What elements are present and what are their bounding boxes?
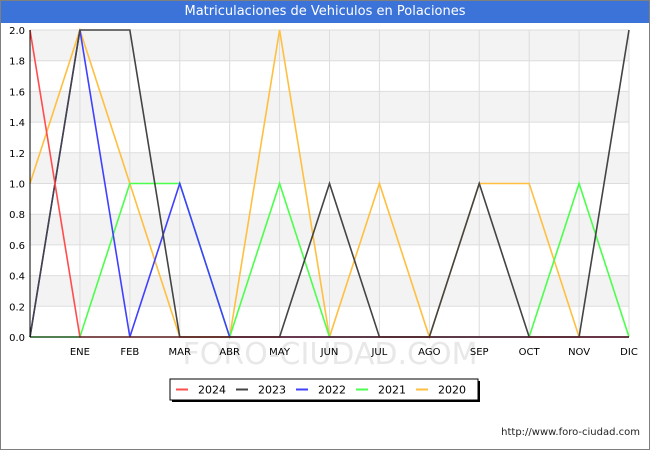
legend-label-2022: 2022 [318,384,346,397]
line-chart: FORO-CIUDAD.COM 0.00.20.40.60.81.01.21.4… [9,26,638,402]
x-tick-label: JUN [320,347,339,358]
y-tick-label: 1.0 [9,180,25,191]
x-tick-label: ABR [219,347,240,358]
legend: 2024 2023 2022 2021 2020 [169,378,480,402]
x-tick-label: DIC [620,347,638,358]
y-tick-labels: 0.0 0.2 0.4 0.6 0.8 1.0 1.2 1.4 1.6 1.8 2.0 [9,26,25,344]
y-tick-label: 0.0 [9,333,25,344]
x-tick-label: AGO [418,347,440,358]
y-tick-label: 1.8 [9,57,25,68]
y-tick-label: 0.6 [9,241,25,252]
y-tick-label: 0.2 [9,302,25,313]
legend-label-2023: 2023 [258,384,286,397]
x-tick-label: JUL [370,347,387,358]
legend-label-2020: 2020 [438,384,466,397]
x-tick-label: ENE [70,347,90,358]
x-tick-label: SEP [470,347,489,358]
footer-url: http://www.foro-ciudad.com [501,427,640,438]
y-tick-label: 2.0 [9,26,25,37]
legend-label-2021: 2021 [378,384,406,397]
x-tick-label: OCT [519,347,541,358]
x-tick-label: FEB [120,347,139,358]
y-tick-label: 0.4 [9,272,25,283]
y-tick-label: 1.4 [9,118,25,129]
legend-label-2024: 2024 [198,384,226,397]
y-tick-label: 0.8 [9,210,25,221]
y-tick-label: 1.6 [9,87,25,98]
x-tick-label: MAR [169,347,191,358]
x-tick-label: MAY [269,347,291,358]
x-tick-label: NOV [568,347,590,358]
y-tick-label: 1.2 [9,149,25,160]
